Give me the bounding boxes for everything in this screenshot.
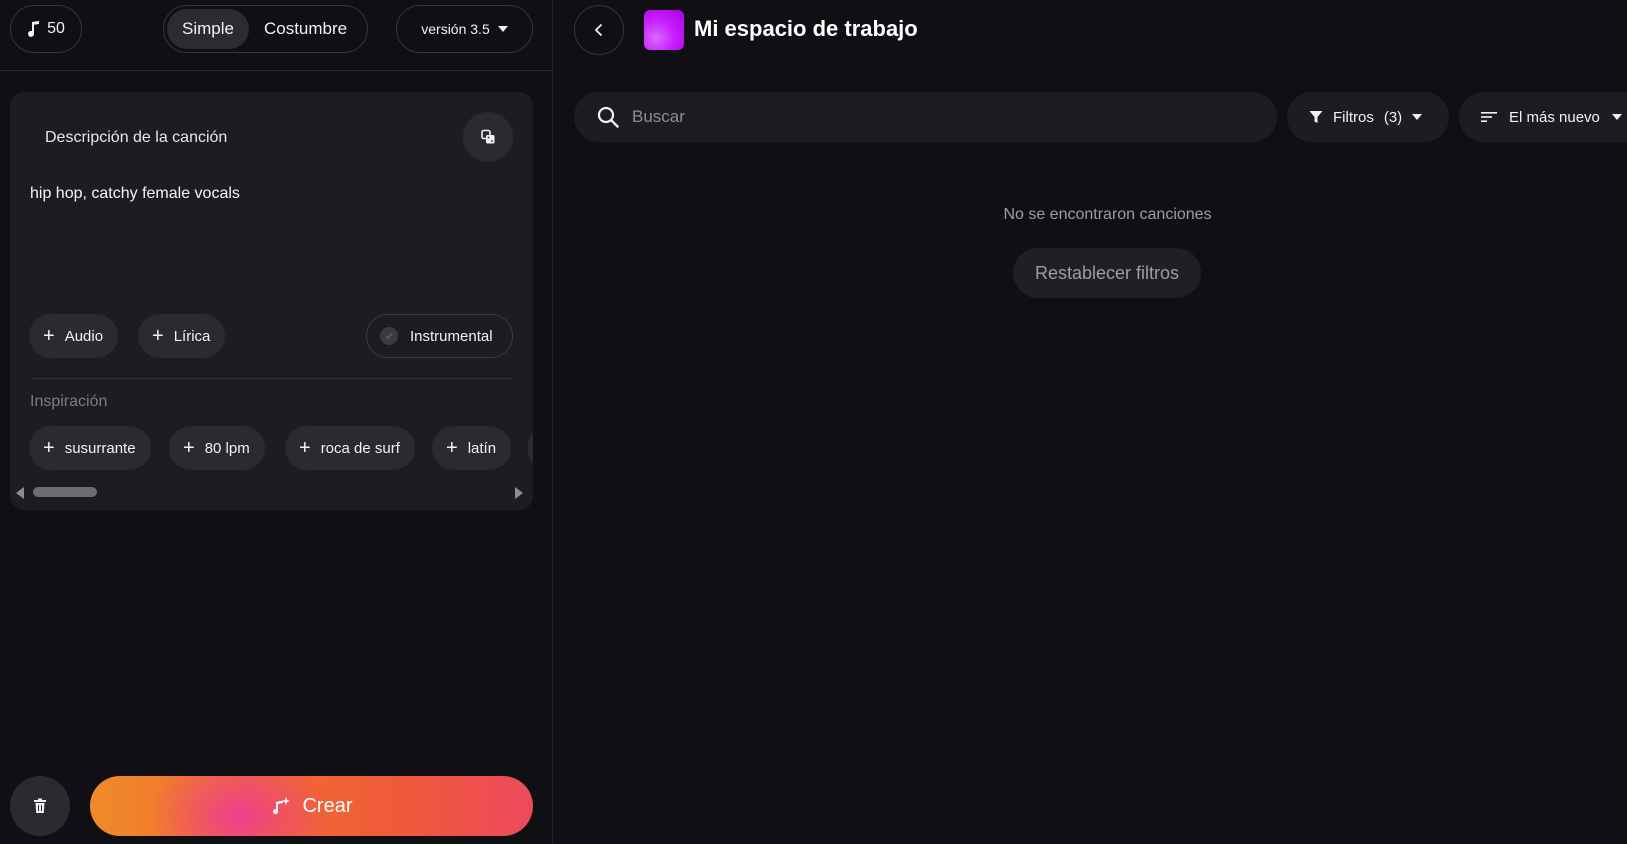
music-note-icon [28,21,40,37]
search-input[interactable] [632,107,1232,127]
description-label: Descripción de la canción [45,129,228,146]
sort-label: El más nuevo [1509,108,1600,126]
workspace-title: Mi espacio de trabajo [694,16,918,41]
inspiration-chip-row[interactable]: + susurrante + 80 lpm + roca de surf + l… [10,426,533,476]
inspiration-chip-label: roca de surf [320,439,400,457]
workspace-panel: Mi espacio de trabajo Filtros (3) El más… [554,0,1627,844]
inspiration-label: Inspiración [30,393,108,410]
plus-icon: + [152,325,164,347]
description-input[interactable]: hip hop, catchy female vocals [30,185,510,203]
dice-icon [481,129,495,144]
plus-icon: + [43,437,55,459]
create-topbar: 50 Simple Costumbre versión 3.5 [0,0,553,71]
funnel-icon [1309,111,1323,123]
sparkle-music-icon [273,797,291,815]
plus-icon: + [446,437,458,459]
caret-down-icon [1412,114,1423,120]
random-prompt-button[interactable] [463,112,513,162]
version-label: versión 3.5 [421,21,490,37]
inspiration-chip[interactable]: + 80 lpm [169,426,265,470]
inspiration-chip[interactable]: + latín [432,426,512,470]
mode-toggle: Simple Costumbre [163,5,368,53]
app-root: 50 Simple Costumbre versión 3.5 Descripc… [0,0,1627,844]
inspiration-chip-label: susurrante [64,439,136,457]
plus-icon: + [299,437,311,459]
create-panel: 50 Simple Costumbre versión 3.5 Descripc… [0,0,553,844]
instrumental-toggle[interactable]: Instrumental [366,314,513,358]
caret-down-icon [497,26,508,32]
add-audio-button[interactable]: + Audio [29,314,119,358]
song-description-card: Descripción de la canción hip hop, catch… [10,92,533,510]
scroll-right-arrow-icon[interactable] [515,487,523,499]
search-bar[interactable] [574,92,1277,142]
clear-button[interactable] [10,776,70,836]
create-label: Crear [302,794,353,817]
inspiration-chip[interactable]: + roca de surf [285,426,415,470]
empty-state-message: No se encontraron canciones [1003,206,1212,223]
scrollbar-thumb[interactable] [33,487,97,497]
filters-count: (3) [1383,108,1403,126]
inspiration-chip-label: 80 lpm [204,439,250,457]
check-circle-icon [380,327,398,345]
back-button[interactable] [574,5,624,55]
plus-icon: + [43,325,55,347]
inspiration-chip[interactable]: + susurrante [29,426,151,470]
plus-icon: + [183,437,195,459]
add-lyrics-label: Lírica [173,327,211,345]
sort-button[interactable]: El más nuevo [1459,92,1627,142]
search-icon [597,106,619,128]
credits-count: 50 [47,20,65,37]
add-lyrics-button[interactable]: + Lírica [138,314,226,358]
chevron-left-icon [594,23,603,37]
horizontal-scrollbar[interactable] [14,485,527,499]
trash-icon [34,798,46,813]
filters-label: Filtros [1333,108,1374,126]
divider [30,378,513,379]
inspiration-chip-label: latín [467,439,497,457]
sort-lines-icon [1481,112,1497,122]
scroll-left-arrow-icon[interactable] [16,487,24,499]
workspace-thumbnail [644,10,684,50]
instrumental-label: Instrumental [410,327,493,345]
add-audio-label: Audio [64,327,104,345]
create-button[interactable]: Crear [90,776,533,836]
reset-filters-button[interactable]: Restablecer filtros [1013,248,1201,298]
mode-simple-button[interactable]: Simple [167,9,249,49]
mode-custom-button[interactable]: Costumbre [249,9,362,49]
inspiration-chip-partial[interactable] [528,426,533,470]
filters-button[interactable]: Filtros (3) [1287,92,1449,142]
caret-down-icon [1611,114,1622,120]
credits-badge[interactable]: 50 [10,5,82,53]
version-selector[interactable]: versión 3.5 [396,5,533,53]
